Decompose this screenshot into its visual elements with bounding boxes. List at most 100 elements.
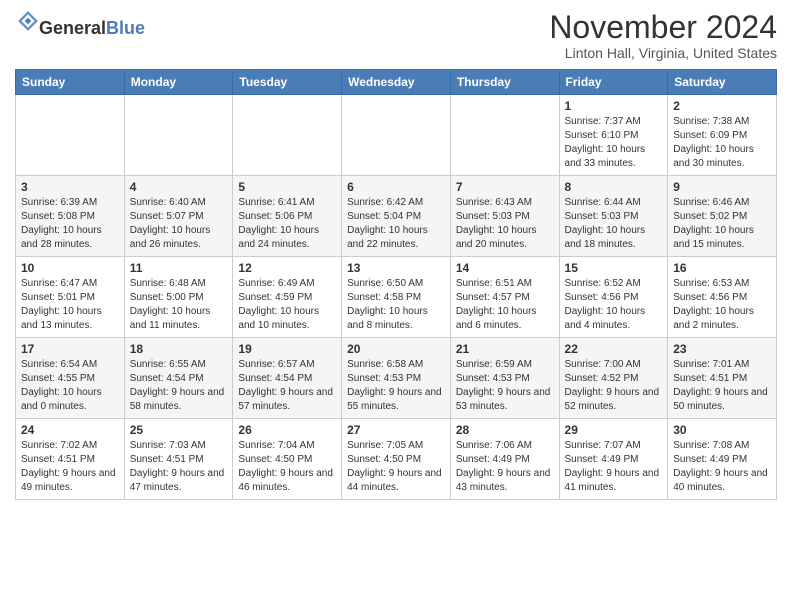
col-sunday: Sunday (16, 70, 125, 95)
day-number: 9 (673, 180, 771, 194)
day-info: Sunrise: 6:46 AM Sunset: 5:02 PM Dayligh… (673, 196, 771, 252)
table-row: 8 Sunrise: 6:44 AM Sunset: 5:03 PM Daylig… (559, 176, 668, 257)
day-number: 2 (673, 99, 771, 113)
day-number: 8 (565, 180, 663, 194)
table-row: 16Sunrise: 6:53 AM Sunset: 4:56 PM Dayli… (668, 257, 777, 338)
day-number: 7 (456, 180, 554, 194)
day-info: Sunrise: 7:00 AM Sunset: 4:52 PM Dayligh… (565, 358, 663, 414)
day-info: Sunrise: 6:41 AM Sunset: 5:06 PM Dayligh… (238, 196, 336, 252)
month-title: November 2024 (549, 10, 777, 45)
day-number: 27 (347, 423, 445, 437)
day-number: 26 (238, 423, 336, 437)
day-number: 22 (565, 342, 663, 356)
col-thursday: Thursday (450, 70, 559, 95)
day-info: Sunrise: 6:39 AM Sunset: 5:08 PM Dayligh… (21, 196, 119, 252)
day-info: Sunrise: 7:02 AM Sunset: 4:51 PM Dayligh… (21, 439, 119, 495)
logo-blue-text: Blue (106, 19, 145, 37)
calendar-body: 1 Sunrise: 7:37 AM Sunset: 6:10 PM Daylig… (16, 95, 777, 500)
table-row (342, 95, 451, 176)
table-row: 12 Sunrise: 6:49 AM Sunset: 4:59 PM Dayli… (233, 257, 342, 338)
table-row: 7 Sunrise: 6:43 AM Sunset: 5:03 PM Daylig… (450, 176, 559, 257)
day-info: Sunrise: 6:49 AM Sunset: 4:59 PM Dayligh… (238, 277, 336, 333)
day-info: Sunrise: 6:40 AM Sunset: 5:07 PM Dayligh… (130, 196, 228, 252)
day-number: 23 (673, 342, 771, 356)
day-number: 20 (347, 342, 445, 356)
table-row: 17Sunrise: 6:54 AM Sunset: 4:55 PM Dayli… (16, 338, 125, 419)
logo-icon (17, 10, 39, 32)
table-row: 15Sunrise: 6:52 AM Sunset: 4:56 PM Dayli… (559, 257, 668, 338)
table-row: 28 Sunrise: 7:06 AM Sunset: 4:49 PM Dayli… (450, 419, 559, 500)
table-row: 27 Sunrise: 7:05 AM Sunset: 4:50 PM Dayli… (342, 419, 451, 500)
day-info: Sunrise: 7:07 AM Sunset: 4:49 PM Dayligh… (565, 439, 663, 495)
table-row: 14 Sunrise: 6:51 AM Sunset: 4:57 PM Dayli… (450, 257, 559, 338)
col-monday: Monday (124, 70, 233, 95)
table-row: 5 Sunrise: 6:41 AM Sunset: 5:06 PM Daylig… (233, 176, 342, 257)
page-header: General Blue November 2024 Linton Hall, … (15, 10, 777, 61)
day-number: 28 (456, 423, 554, 437)
table-row: 19 Sunrise: 6:57 AM Sunset: 4:54 PM Dayli… (233, 338, 342, 419)
table-row: 23Sunrise: 7:01 AM Sunset: 4:51 PM Dayli… (668, 338, 777, 419)
table-row: 6 Sunrise: 6:42 AM Sunset: 5:04 PM Daylig… (342, 176, 451, 257)
day-info: Sunrise: 6:52 AM Sunset: 4:56 PM Dayligh… (565, 277, 663, 333)
col-tuesday: Tuesday (233, 70, 342, 95)
table-row: 4 Sunrise: 6:40 AM Sunset: 5:07 PM Daylig… (124, 176, 233, 257)
table-row (233, 95, 342, 176)
day-info: Sunrise: 6:55 AM Sunset: 4:54 PM Dayligh… (130, 358, 228, 414)
day-number: 19 (238, 342, 336, 356)
day-number: 17 (21, 342, 119, 356)
table-row: 9 Sunrise: 6:46 AM Sunset: 5:02 PM Daylig… (668, 176, 777, 257)
day-number: 11 (130, 261, 228, 275)
day-info: Sunrise: 7:08 AM Sunset: 4:49 PM Dayligh… (673, 439, 771, 495)
table-row: 2 Sunrise: 7:38 AM Sunset: 6:09 PM Daylig… (668, 95, 777, 176)
table-row: 3Sunrise: 6:39 AM Sunset: 5:08 PM Daylig… (16, 176, 125, 257)
day-number: 12 (238, 261, 336, 275)
day-number: 16 (673, 261, 771, 275)
title-block: November 2024 Linton Hall, Virginia, Uni… (549, 10, 777, 61)
weekday-header-row: Sunday Monday Tuesday Wednesday Thursday… (16, 70, 777, 95)
day-number: 1 (565, 99, 663, 113)
day-number: 5 (238, 180, 336, 194)
day-info: Sunrise: 7:03 AM Sunset: 4:51 PM Dayligh… (130, 439, 228, 495)
day-info: Sunrise: 7:05 AM Sunset: 4:50 PM Dayligh… (347, 439, 445, 495)
table-row (450, 95, 559, 176)
table-row: 13Sunrise: 6:50 AM Sunset: 4:58 PM Dayli… (342, 257, 451, 338)
day-number: 18 (130, 342, 228, 356)
day-info: Sunrise: 7:06 AM Sunset: 4:49 PM Dayligh… (456, 439, 554, 495)
table-row: 30 Sunrise: 7:08 AM Sunset: 4:49 PM Dayli… (668, 419, 777, 500)
table-row: 26 Sunrise: 7:04 AM Sunset: 4:50 PM Dayli… (233, 419, 342, 500)
day-info: Sunrise: 6:43 AM Sunset: 5:03 PM Dayligh… (456, 196, 554, 252)
day-info: Sunrise: 7:04 AM Sunset: 4:50 PM Dayligh… (238, 439, 336, 495)
day-number: 6 (347, 180, 445, 194)
table-row: 18 Sunrise: 6:55 AM Sunset: 4:54 PM Dayli… (124, 338, 233, 419)
day-number: 29 (565, 423, 663, 437)
table-row (16, 95, 125, 176)
day-info: Sunrise: 6:42 AM Sunset: 5:04 PM Dayligh… (347, 196, 445, 252)
logo: General Blue (15, 10, 145, 37)
day-info: Sunrise: 6:48 AM Sunset: 5:00 PM Dayligh… (130, 277, 228, 333)
day-info: Sunrise: 6:44 AM Sunset: 5:03 PM Dayligh… (565, 196, 663, 252)
day-number: 10 (21, 261, 119, 275)
table-row (124, 95, 233, 176)
table-row: 20 Sunrise: 6:58 AM Sunset: 4:53 PM Dayli… (342, 338, 451, 419)
page-container: General Blue November 2024 Linton Hall, … (0, 0, 792, 515)
calendar-table: Sunday Monday Tuesday Wednesday Thursday… (15, 69, 777, 500)
day-info: Sunrise: 7:38 AM Sunset: 6:09 PM Dayligh… (673, 115, 771, 171)
calendar-week-row: 1 Sunrise: 7:37 AM Sunset: 6:10 PM Daylig… (16, 95, 777, 176)
calendar-week-row: 10Sunrise: 6:47 AM Sunset: 5:01 PM Dayli… (16, 257, 777, 338)
day-info: Sunrise: 7:37 AM Sunset: 6:10 PM Dayligh… (565, 115, 663, 171)
day-number: 30 (673, 423, 771, 437)
day-info: Sunrise: 6:57 AM Sunset: 4:54 PM Dayligh… (238, 358, 336, 414)
table-row: 22 Sunrise: 7:00 AM Sunset: 4:52 PM Dayli… (559, 338, 668, 419)
day-number: 14 (456, 261, 554, 275)
col-wednesday: Wednesday (342, 70, 451, 95)
day-number: 4 (130, 180, 228, 194)
day-number: 25 (130, 423, 228, 437)
col-friday: Friday (559, 70, 668, 95)
calendar-week-row: 24 Sunrise: 7:02 AM Sunset: 4:51 PM Dayli… (16, 419, 777, 500)
day-info: Sunrise: 6:58 AM Sunset: 4:53 PM Dayligh… (347, 358, 445, 414)
logo-general-text: General (39, 19, 106, 37)
table-row: 11 Sunrise: 6:48 AM Sunset: 5:00 PM Dayli… (124, 257, 233, 338)
day-info: Sunrise: 6:51 AM Sunset: 4:57 PM Dayligh… (456, 277, 554, 333)
day-number: 24 (21, 423, 119, 437)
table-row: 25 Sunrise: 7:03 AM Sunset: 4:51 PM Dayli… (124, 419, 233, 500)
